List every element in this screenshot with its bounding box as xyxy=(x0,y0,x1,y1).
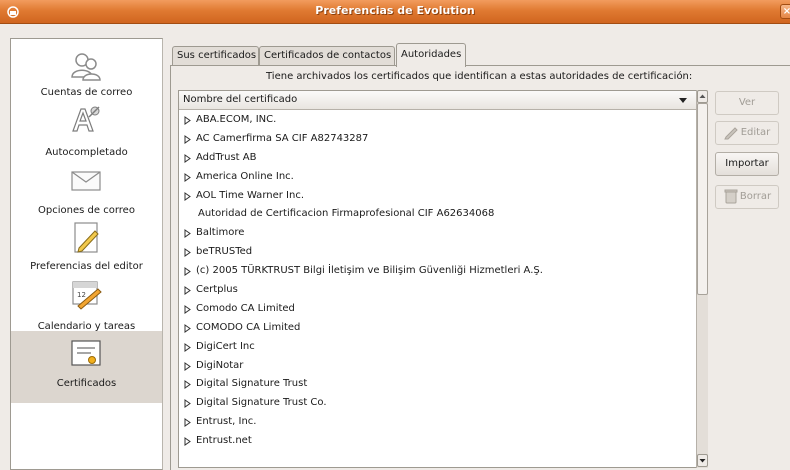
expander-arrow-icon[interactable] xyxy=(184,342,191,352)
certificate-name: Autoridad de Certificacion Firmaprofesio… xyxy=(198,208,495,220)
editar-button[interactable]: Editar xyxy=(715,121,779,145)
expander-arrow-icon[interactable] xyxy=(184,399,191,409)
table-row[interactable]: Autoridad de Certificacion Firmaprofesio… xyxy=(179,205,696,224)
ver-button[interactable]: Ver xyxy=(715,91,779,115)
certificate-name: AC Camerfirma SA CIF A82743287 xyxy=(196,132,369,144)
scroll-down-button[interactable] xyxy=(697,454,708,467)
table-row[interactable]: Digital Signature Trust Co. xyxy=(179,394,696,413)
certificate-name: AOL Time Warner Inc. xyxy=(196,189,304,201)
sidebar-item-calendario-y-tareas[interactable]: 12 Calendario y tareas xyxy=(11,273,162,332)
table-row[interactable]: AddTrust AB xyxy=(179,149,696,168)
expander-arrow-icon[interactable] xyxy=(184,267,191,277)
expander-arrow-icon[interactable] xyxy=(184,229,191,239)
table-row[interactable]: Digital Signature Trust xyxy=(179,375,696,394)
expander-arrow-icon[interactable] xyxy=(184,418,191,428)
certificate-name: beTRUSTed xyxy=(196,246,253,258)
column-menu-arrow-icon[interactable] xyxy=(678,94,688,106)
expander-arrow-icon[interactable] xyxy=(184,248,191,258)
certificate-name: ABA.ECOM, INC. xyxy=(196,114,277,125)
expander-arrow-icon[interactable] xyxy=(184,286,191,295)
certificate-name: America Online Inc. xyxy=(196,170,294,182)
tab-autoridades[interactable]: Autoridades xyxy=(396,43,466,67)
expander-arrow-icon[interactable] xyxy=(184,191,191,201)
expander-arrow-icon[interactable] xyxy=(184,361,191,371)
authorities-info-text: Tiene archivados los certificados que id… xyxy=(266,71,693,82)
tab-certificados-de-contactos[interactable]: Certificados de contactos xyxy=(259,46,395,66)
mail-envelope-icon xyxy=(71,171,101,191)
expander-arrow-icon[interactable] xyxy=(184,323,191,333)
sidebar-item-label: Cuentas de correo xyxy=(40,87,133,98)
table-row[interactable]: DigiCert Inc xyxy=(179,338,696,357)
tab-sus-certificados[interactable]: Sus certificados xyxy=(172,46,259,66)
table-row[interactable]: Comodo CA Limited xyxy=(179,300,696,319)
certificate-name: COMODO CA Limited xyxy=(196,321,301,333)
table-row[interactable]: Baltimore xyxy=(179,224,696,243)
expander-arrow-icon[interactable] xyxy=(184,134,191,144)
scroll-up-arrow-icon xyxy=(699,94,706,98)
preferences-sidebar: Cuentas de correo Autocompletado Opcione… xyxy=(10,38,163,470)
sidebar-item-preferencias-del-editor[interactable]: Preferencias del editor xyxy=(11,217,162,275)
certificate-tree[interactable]: Nombre del certificado ABA.ECOM, INC. AC … xyxy=(178,90,708,468)
table-row[interactable]: beTRUSTed xyxy=(179,243,696,262)
certificate-name: DigiNotar xyxy=(196,359,244,371)
expander-arrow-icon[interactable] xyxy=(184,380,191,390)
expander-arrow-icon[interactable] xyxy=(184,437,191,447)
window-close-button[interactable]: × xyxy=(780,4,790,19)
sidebar-item-certificados[interactable]: Certificados xyxy=(11,331,162,403)
editor-pencil-icon xyxy=(74,222,99,253)
svg-text:12: 12 xyxy=(77,291,86,299)
table-row[interactable]: Entrust, Inc. xyxy=(179,413,696,432)
scroll-thumb[interactable] xyxy=(697,103,708,295)
table-row[interactable]: AC Camerfirma SA CIF A82743287 xyxy=(179,130,696,149)
sidebar-item-label: Opciones de correo xyxy=(38,205,135,216)
scroll-up-button[interactable] xyxy=(697,90,708,103)
sidebar-item-opciones-de-correo[interactable]: Opciones de correo xyxy=(11,157,162,216)
table-row[interactable]: Certplus xyxy=(179,281,696,300)
table-row[interactable]: COMODO CA Limited xyxy=(179,319,696,338)
autocomplete-icon xyxy=(72,106,100,132)
certificate-rows: ABA.ECOM, INC. AC Camerfirma SA CIF A8274… xyxy=(179,111,696,451)
table-row[interactable]: AOL Time Warner Inc. xyxy=(179,187,696,206)
importar-button[interactable]: Importar xyxy=(715,152,779,176)
certificate-name: Entrust.net xyxy=(196,435,252,447)
certificate-name: Entrust, Inc. xyxy=(196,416,257,428)
calendar-icon: 12 xyxy=(72,281,102,310)
certificate-name: (c) 2005 TÜRKTRUST Bilgi İletişim ve Bil… xyxy=(196,265,543,277)
ver-button-label: Ver xyxy=(738,97,756,108)
column-header-nombre[interactable]: Nombre del certificado xyxy=(179,91,696,110)
expander-arrow-icon[interactable] xyxy=(184,304,191,314)
editar-button-label: Editar xyxy=(740,127,771,138)
expander-arrow-icon[interactable] xyxy=(184,153,191,163)
sidebar-item-label: Certificados xyxy=(56,378,117,389)
scroll-down-arrow-icon xyxy=(699,459,706,463)
certificate-name: Comodo CA Limited xyxy=(196,302,295,314)
table-row[interactable]: America Online Inc. xyxy=(179,168,696,187)
certificate-name: AddTrust AB xyxy=(196,151,257,163)
certificate-name: DigiCert Inc xyxy=(196,340,255,352)
trash-icon xyxy=(724,189,738,204)
sidebar-item-cuentas-de-correo[interactable]: Cuentas de correo xyxy=(11,39,162,98)
table-row[interactable]: Entrust.net xyxy=(179,432,696,451)
sidebar-item-label: Preferencias del editor xyxy=(30,261,143,272)
certificate-name: Digital Signature Trust Co. xyxy=(196,397,327,409)
certificate-icon xyxy=(71,340,101,366)
borrar-button-label: Borrar xyxy=(739,191,772,202)
certificate-name: Baltimore xyxy=(196,227,245,239)
certificate-name: Digital Signature Trust xyxy=(196,378,308,390)
expander-arrow-icon[interactable] xyxy=(184,172,191,182)
table-row[interactable]: DigiNotar xyxy=(179,357,696,376)
importar-button-label: Importar xyxy=(725,158,769,169)
column-header-label: Nombre del certificado xyxy=(183,94,298,105)
expander-arrow-icon[interactable] xyxy=(184,116,191,125)
window-title: Preferencias de Evolution xyxy=(315,4,475,17)
sidebar-item-autocompletado[interactable]: Autocompletado xyxy=(11,99,162,158)
certificate-name: Certplus xyxy=(196,284,238,296)
accounts-icon xyxy=(71,53,101,81)
borrar-button[interactable]: Borrar xyxy=(715,185,779,209)
window-titlebar: Preferencias de Evolution × xyxy=(0,0,790,24)
list-scrollbar[interactable] xyxy=(696,90,708,468)
table-row[interactable]: (c) 2005 TÜRKTRUST Bilgi İletişim ve Bil… xyxy=(179,262,696,281)
table-row[interactable]: ABA.ECOM, INC. xyxy=(179,111,696,130)
edit-icon xyxy=(723,127,738,140)
